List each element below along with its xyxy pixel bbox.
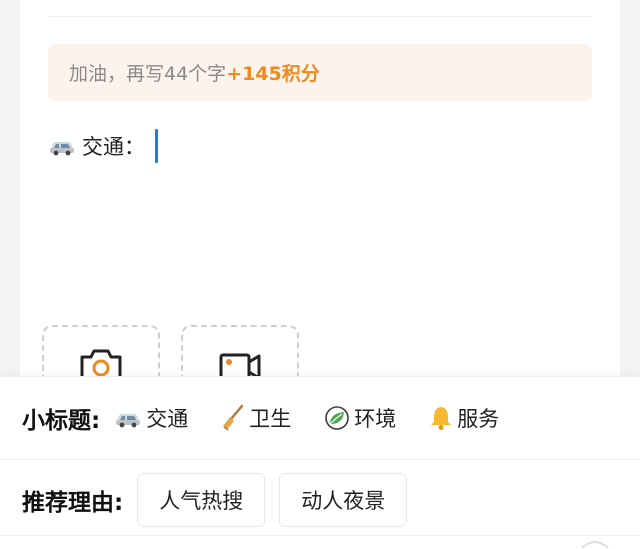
partial-icon [581, 541, 609, 548]
car-icon [116, 414, 141, 428]
text-cursor [155, 129, 158, 163]
reason-label: 推荐理由: [22, 490, 124, 516]
tip-points-highlight: +145积分 [226, 63, 320, 85]
subtitle-tag-traffic[interactable]: 交通 [114, 403, 188, 433]
subtitle-tag-environment[interactable]: 环境 [324, 403, 396, 433]
car-icon [50, 142, 74, 156]
subtitle-row: 小标题: 交通 卫生 环境 服务 [0, 377, 640, 459]
reason-row: 推荐理由: 人气热搜 动人夜景 [0, 460, 640, 540]
tag-label: 交通 [146, 407, 189, 431]
subtitle-tag-hygiene[interactable]: 卫生 [221, 403, 291, 433]
tag-label: 卫生 [249, 407, 292, 431]
subtitle-label: 小标题: [22, 408, 101, 434]
bell-icon [431, 407, 452, 430]
subtitle-tag-service[interactable]: 服务 [429, 403, 499, 433]
bottom-panel: 小标题: 交通 卫生 环境 服务 推荐理由: 人气热搜 动人夜景 [0, 376, 640, 549]
leaf-icon [325, 406, 350, 430]
divider [48, 16, 592, 17]
word-count-tip-banner: 加油，再写44个字 +145积分 [48, 44, 592, 101]
broom-icon [223, 404, 244, 431]
divider [0, 535, 640, 536]
tag-label: 环境 [354, 407, 397, 431]
reason-chip-popular[interactable]: 人气热搜 [137, 473, 266, 527]
tip-text: 加油，再写44个字 [69, 63, 227, 85]
editor-line-label: 交通： [82, 135, 145, 159]
tag-label: 服务 [457, 407, 500, 431]
editor-text-area[interactable]: 交通： [48, 128, 158, 164]
reason-chip-night-view[interactable]: 动人夜景 [279, 473, 408, 527]
